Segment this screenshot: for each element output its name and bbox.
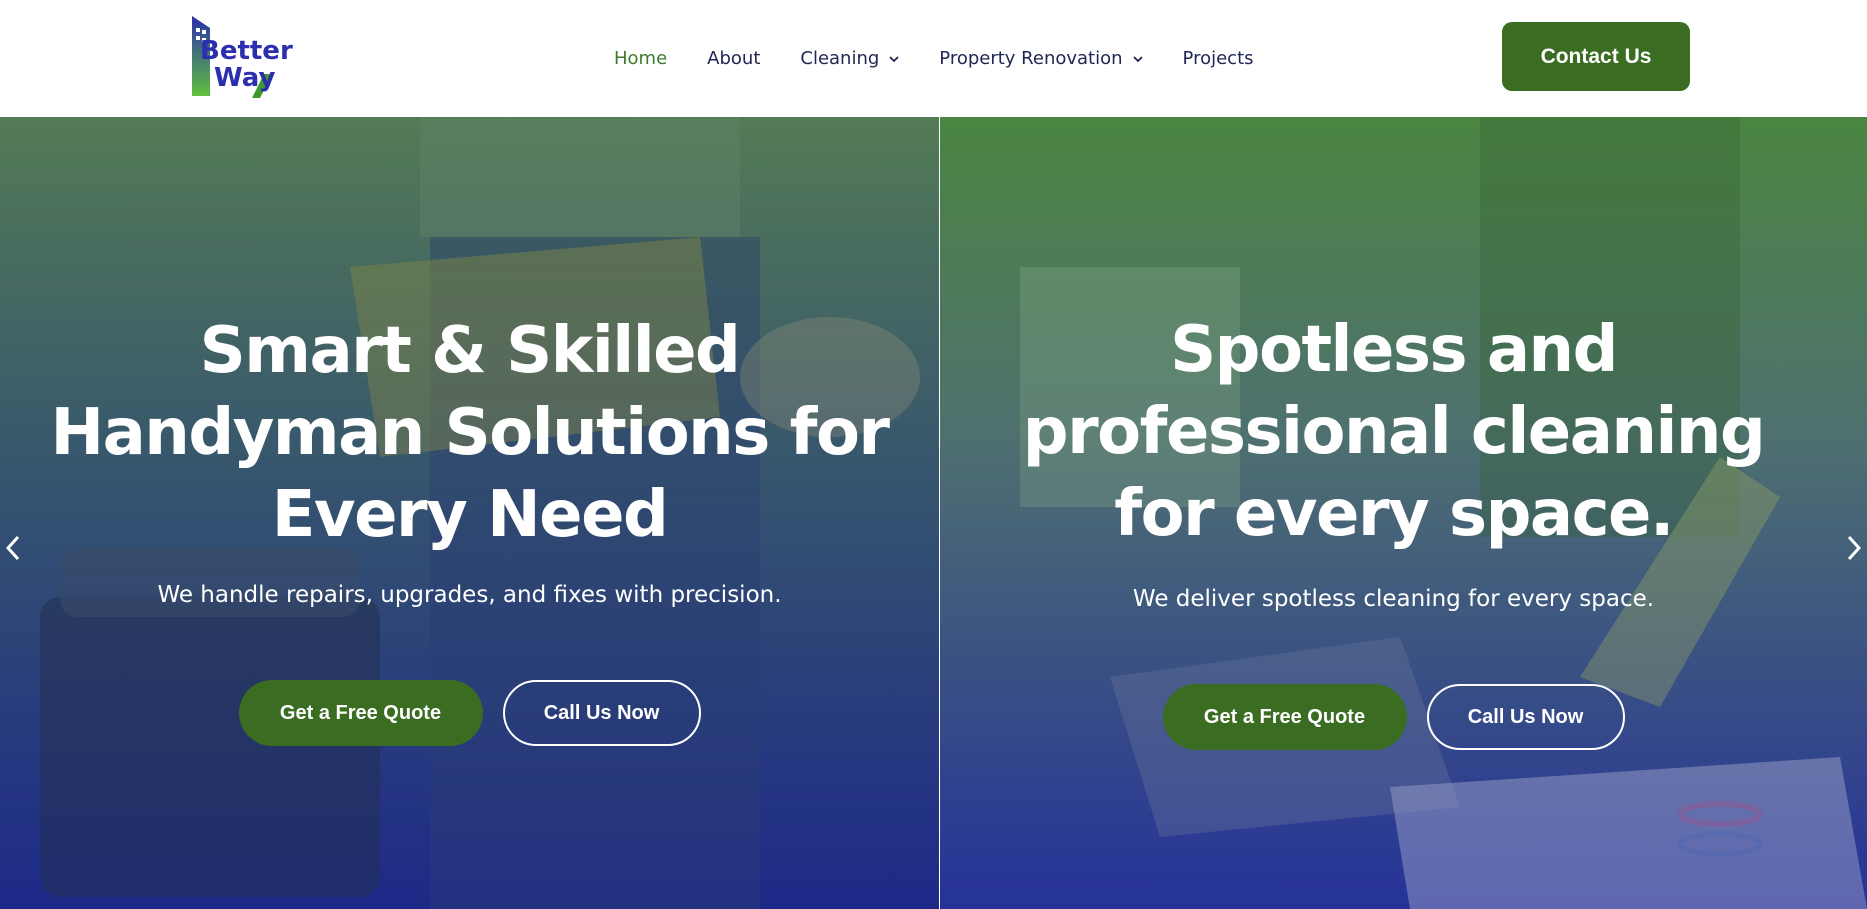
nav-home-label: Home xyxy=(614,48,668,69)
hero-cta-row: Get a Free Quote Call Us Now xyxy=(940,684,1857,750)
get-free-quote-button[interactable]: Get a Free Quote xyxy=(238,680,483,746)
chevron-down-icon xyxy=(889,55,899,62)
hero-cta-row: Get a Free Quote Call Us Now xyxy=(0,680,939,746)
hero-title: Smart & Skilled Handyman Solutions for E… xyxy=(0,310,939,556)
chevron-down-icon xyxy=(1132,55,1143,62)
nav-home[interactable]: Home xyxy=(614,48,667,69)
nav-property-renovation[interactable]: Property Renovation xyxy=(939,48,1143,69)
hero-slide-handyman: Smart & Skilled Handyman Solutions for E… xyxy=(0,117,939,909)
contact-us-button[interactable]: Contact Us xyxy=(1502,22,1690,91)
call-us-now-button[interactable]: Call Us Now xyxy=(502,680,701,746)
hero-title-line: Spotless and xyxy=(1170,313,1618,387)
nav-projects[interactable]: Projects xyxy=(1183,48,1254,69)
chevron-right-icon[interactable] xyxy=(1841,531,1865,565)
nav-property-renovation-label: Property Renovation xyxy=(939,48,1123,69)
nav-about-label: About xyxy=(707,48,761,69)
nav-cleaning[interactable]: Cleaning xyxy=(800,48,899,69)
chevron-left-icon[interactable] xyxy=(2,531,26,565)
logo-line2: Way xyxy=(214,63,276,93)
nav-cleaning-label: Cleaning xyxy=(800,48,880,69)
call-us-now-button[interactable]: Call Us Now xyxy=(1426,684,1625,750)
main-nav: Home About Cleaning Property Renovation … xyxy=(614,0,1294,117)
hero-title: Spotless and professional cleaning for e… xyxy=(940,309,1857,555)
hero-carousel: Smart & Skilled Handyman Solutions for E… xyxy=(0,117,1867,909)
hero-title-line: Handyman Solutions for xyxy=(50,396,890,470)
logo-line1: Better xyxy=(200,36,293,66)
hero-slide-cleaning: Spotless and professional cleaning for e… xyxy=(940,117,1867,909)
hero-title-line: for every space. xyxy=(1114,477,1674,551)
hero-subtitle: We handle repairs, upgrades, and fixes w… xyxy=(157,582,782,608)
nav-about[interactable]: About xyxy=(707,48,760,69)
hero-subtitle: We deliver spotless cleaning for every s… xyxy=(1132,586,1655,612)
hero-title-line: professional cleaning xyxy=(1022,395,1766,469)
hero-title-line: Smart & Skilled xyxy=(199,314,741,388)
nav-projects-label: Projects xyxy=(1182,48,1254,69)
get-free-quote-button[interactable]: Get a Free Quote xyxy=(1162,684,1407,750)
hero-title-line: Every Need xyxy=(271,478,669,552)
site-header: Better Way Home About Cleaning Property … xyxy=(0,0,1867,117)
logo-wordmark: Better Way xyxy=(200,38,293,92)
